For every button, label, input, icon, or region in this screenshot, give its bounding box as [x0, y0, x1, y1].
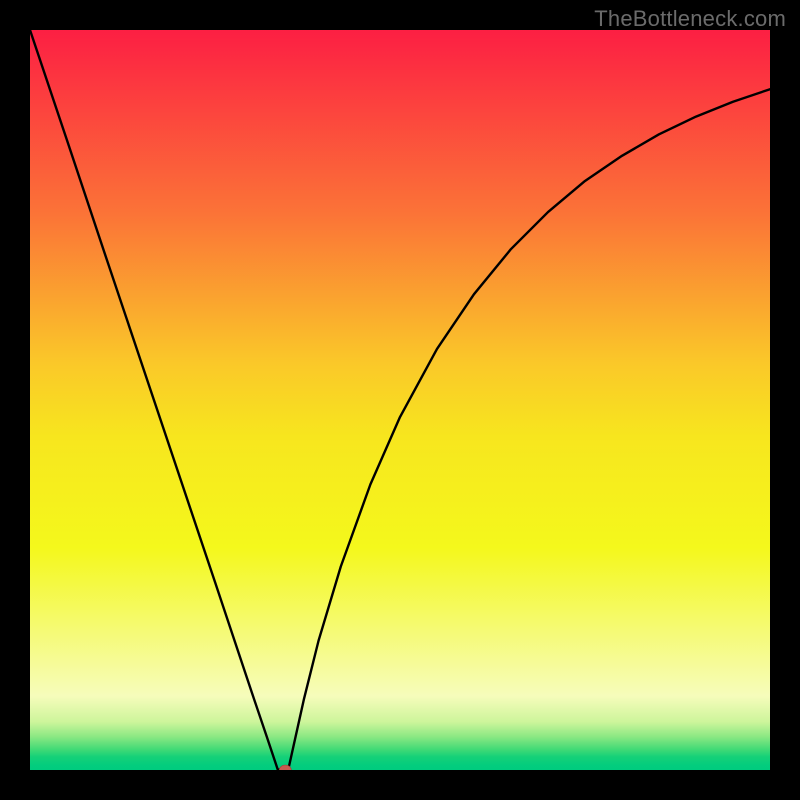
- chart-svg: [30, 30, 770, 770]
- plot-area: [30, 30, 770, 770]
- chart-frame: TheBottleneck.com: [0, 0, 800, 800]
- watermark-label: TheBottleneck.com: [594, 6, 786, 32]
- heat-gradient-background: [30, 30, 770, 770]
